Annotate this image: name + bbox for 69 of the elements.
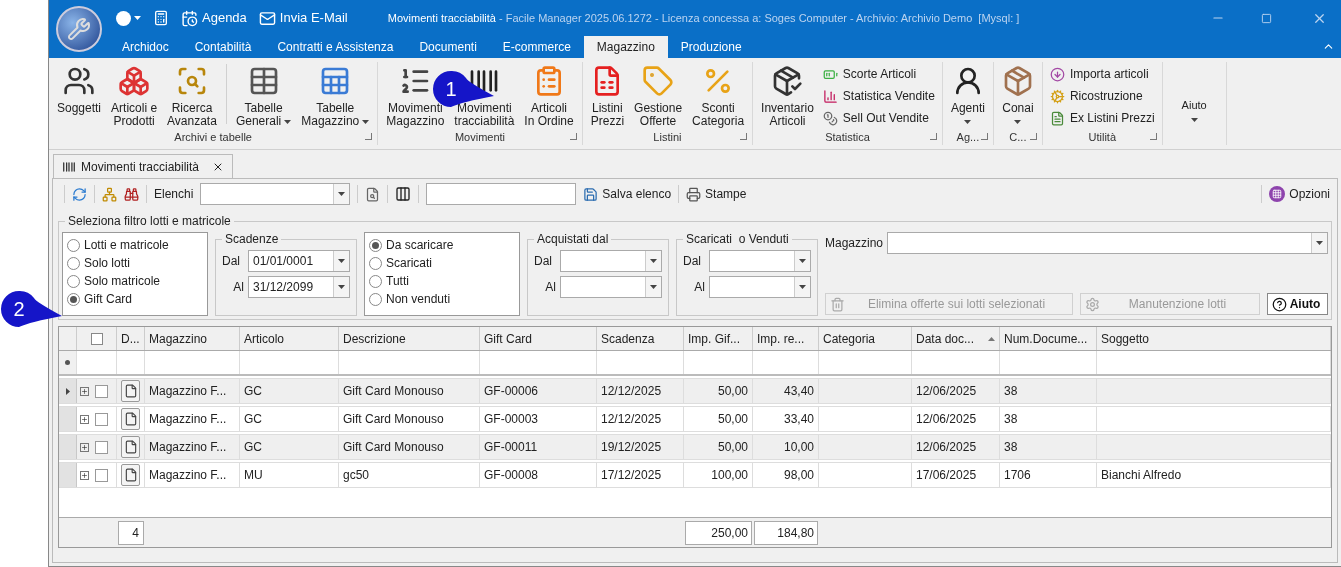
table-cell-text: 38: [1004, 383, 1018, 400]
field-label: Magazzino: [825, 235, 884, 252]
list-label: Elenchi: [154, 186, 194, 203]
group-title: Listini: [653, 129, 682, 145]
table-cell-text: GC: [244, 439, 262, 456]
radio-label: Scaricati: [386, 255, 432, 272]
panel-title: Seleziona filtro lotti e matricole: [67, 213, 232, 230]
table-cell-text: 33,40: [783, 411, 814, 428]
table-cell-text: Gift Card Monouso: [343, 411, 444, 428]
table-cell-text: 1706: [1004, 467, 1031, 484]
table-cell-text: 43,40: [783, 383, 814, 400]
field-label: Al: [693, 279, 705, 296]
table-cell-text: 50,00: [717, 383, 748, 400]
table-cell-text: Magazzino F...: [149, 411, 227, 428]
table-cell-text: 38: [1004, 411, 1018, 428]
group-title: C...: [1009, 129, 1027, 145]
table-cell-text: 98,00: [783, 467, 814, 484]
table-cell-text: gc50: [343, 467, 370, 484]
radio-label: Non venduti: [386, 291, 451, 308]
table-cell-text: Bianchi Alfredo: [1101, 467, 1182, 484]
table-cell-text: 10,00: [783, 439, 814, 456]
table-cell-text: 12/06/2025: [916, 383, 977, 400]
table-cell-text: GC: [244, 411, 262, 428]
radio-label: Solo lotti: [84, 255, 131, 272]
group-title: Utilità: [1088, 129, 1116, 145]
table-cell-text: GF-00003: [484, 411, 539, 428]
table-cell-text: Gift Card Monouso: [343, 439, 444, 456]
table-cell-text: 12/12/2025: [601, 383, 662, 400]
table-cell-text: 19/12/2025: [601, 439, 662, 456]
radio-label: Gift Card: [84, 291, 132, 308]
table-cell-text: 38: [1004, 439, 1018, 456]
sum-total: 184,80: [754, 520, 818, 545]
radio-label: Da scaricare: [386, 237, 454, 254]
group-title: Acquistati dal: [536, 231, 610, 248]
table-cell-text: 12/06/2025: [916, 411, 977, 428]
table-cell-text: 17/12/2025: [601, 467, 662, 484]
table-cell-text: 17/06/2025: [916, 467, 977, 484]
table-cell-text: MU: [244, 467, 263, 484]
field-label: Al: [544, 279, 556, 296]
window-title: Movimenti tracciabilità - Facile Manager 2025.06.1272 - Licenza concessa a: Soges Computer - Archivio: Archivio Demo [Mysql: ]: [387, 10, 1020, 26]
table-cell-text: 12/06/2025: [916, 439, 977, 456]
table-cell-text: GC: [244, 383, 262, 400]
radio-label: Lotti e matricole: [84, 237, 169, 254]
radio-label: Tutti: [386, 273, 409, 290]
table-cell-text: GF-00011: [484, 439, 538, 456]
group-title: Ag...: [956, 129, 980, 145]
group-title: Archivi e tabelle: [174, 129, 252, 145]
table-cell-text: 50,00: [717, 439, 748, 456]
field-label: Dal: [683, 253, 702, 270]
group-title: Scadenze: [224, 231, 280, 248]
group-title: Movimenti: [454, 129, 506, 145]
table-cell-text: Gift Card Monouso: [343, 383, 444, 400]
table-cell-text: 100,00: [711, 467, 748, 484]
field-label: Al: [232, 279, 244, 296]
table-cell-text: Magazzino F...: [149, 383, 227, 400]
group-title: Scaricati o Venduti: [685, 231, 790, 248]
field-label: Dal: [222, 253, 241, 270]
table-cell-text: 12/12/2025: [601, 411, 662, 428]
field-label: Dal: [534, 253, 553, 270]
table-cell-text: GF-00006: [484, 383, 539, 400]
table-cell-text: Magazzino F...: [149, 467, 227, 484]
radio-label: Solo matricole: [84, 273, 161, 290]
count-total: 4: [118, 520, 144, 545]
table-cell-text: 50,00: [717, 411, 748, 428]
table-cell-text: GF-00008: [484, 467, 539, 484]
callout-tooltip: 2: [0, 290, 62, 328]
sum-total: 250,00: [685, 520, 752, 545]
table-cell-text: Magazzino F...: [149, 439, 227, 456]
group-title: Statistica: [825, 129, 870, 145]
